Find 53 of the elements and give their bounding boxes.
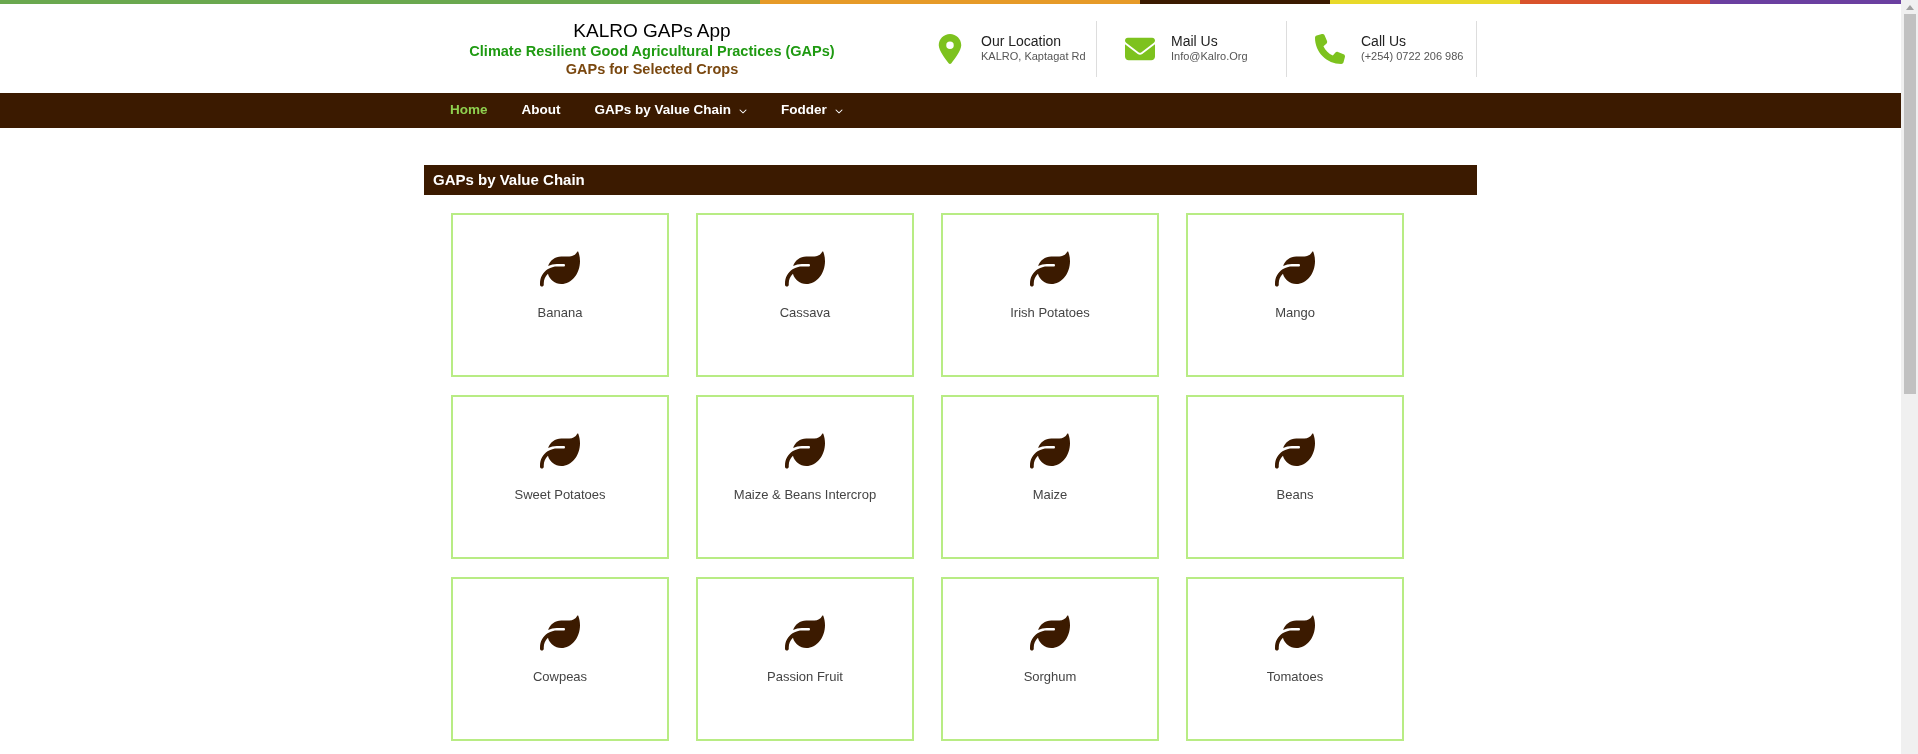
leaf-icon: [538, 613, 582, 653]
crop-card[interactable]: Beans: [1186, 395, 1404, 559]
leaf-icon: [1028, 431, 1072, 471]
crop-name: Mango: [1275, 304, 1315, 322]
nav-link[interactable]: GAPs by Value Chain: [594, 100, 748, 121]
crop-card[interactable]: Maize & Beans Intercrop: [696, 395, 914, 559]
crop-name: Maize & Beans Intercrop: [733, 486, 877, 504]
crop-card[interactable]: Mango: [1186, 213, 1404, 377]
crop-card[interactable]: Maize: [941, 395, 1159, 559]
leaf-icon: [538, 249, 582, 289]
contact-label: Mail Us: [1171, 32, 1219, 51]
crop-card[interactable]: Sorghum: [941, 577, 1159, 741]
crop-name: Maize: [1032, 486, 1068, 504]
contact-detail: KALRO, Kaptagat Rd: [981, 50, 1086, 65]
app-tagline: GAPs for Selected Crops: [565, 60, 739, 79]
crop-card[interactable]: Tomatoes: [1186, 577, 1404, 741]
app-subtitle: Climate Resilient Good Agricultural Practices (GAPs): [469, 42, 835, 61]
leaf-icon: [783, 431, 827, 471]
crop-card[interactable]: Banana: [451, 213, 669, 377]
crop-name: Sweet Potatoes: [514, 486, 606, 504]
crop-name: Sorghum: [1023, 668, 1077, 686]
leaf-icon: [783, 613, 827, 653]
crop-card[interactable]: Cowpeas: [451, 577, 669, 741]
leaf-icon: [1028, 249, 1072, 289]
crop-card[interactable]: Passion Fruit: [696, 577, 914, 741]
section-title: GAPs by Value Chain: [433, 169, 585, 190]
leaf-icon: [1028, 613, 1072, 653]
scrollbar[interactable]: [1901, 0, 1918, 754]
crop-card[interactable]: Irish Potatoes: [941, 213, 1159, 377]
app-title: KALRO GAPs App: [573, 18, 731, 43]
nav-link[interactable]: About: [521, 100, 561, 121]
contact-detail: Info@Kalro.Org: [1171, 50, 1248, 65]
crop-name: Irish Potatoes: [1010, 304, 1090, 322]
nav-link[interactable]: Fodder: [781, 100, 843, 121]
leaf-icon: [1273, 249, 1317, 289]
leaf-icon: [538, 431, 582, 471]
contact-detail: (+254) 0722 206 986: [1361, 50, 1464, 65]
contact-label: Call Us: [1361, 32, 1408, 51]
crop-name: Tomatoes: [1266, 668, 1324, 686]
crop-name: Cassava: [779, 304, 831, 322]
nav-link[interactable]: Home: [450, 100, 488, 121]
crop-card[interactable]: Cassava: [696, 213, 914, 377]
leaf-icon: [1273, 431, 1317, 471]
crop-card[interactable]: Sweet Potatoes: [451, 395, 669, 559]
crop-name: Passion Fruit: [767, 668, 843, 686]
contact-label: Our Location: [981, 32, 1063, 51]
crop-name: Cowpeas: [532, 668, 588, 686]
crop-name: Banana: [537, 304, 583, 322]
scrollbar-thumb[interactable]: [1903, 14, 1916, 394]
crop-name: Beans: [1276, 486, 1314, 504]
leaf-icon: [1273, 613, 1317, 653]
phone-icon: [1315, 33, 1345, 64]
leaf-icon: [783, 249, 827, 289]
